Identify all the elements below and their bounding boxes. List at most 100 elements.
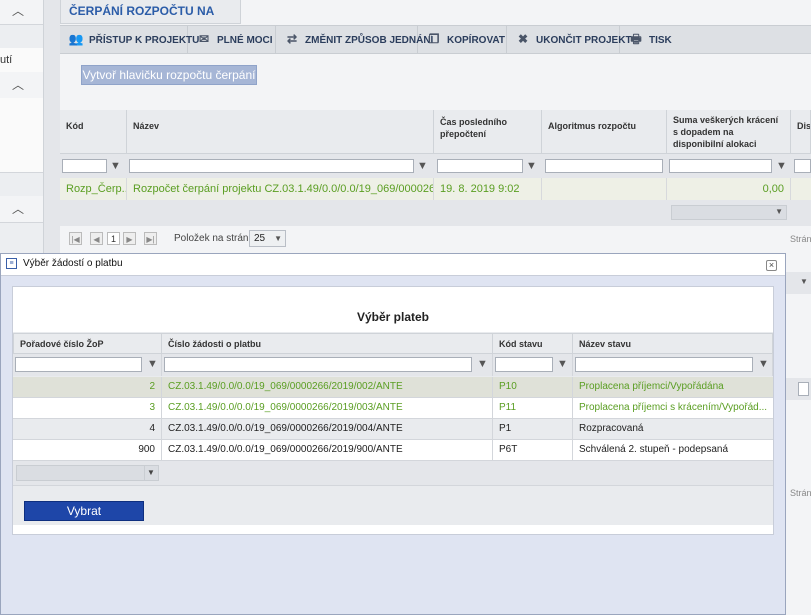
cell-name: Rozpočet čerpání projektu CZ.03.1.49/0.0…	[127, 178, 434, 200]
summary-row: ▼	[60, 200, 811, 226]
table-row[interactable]: 4 CZ.03.1.49/0.0/0.0/19_069/0000266/2019…	[13, 419, 773, 440]
summary-select[interactable]: ▼	[16, 465, 159, 481]
cell-status-code: P10	[493, 377, 573, 397]
sidebar-item[interactable]	[0, 124, 43, 149]
filter-input[interactable]	[669, 159, 772, 173]
table-row[interactable]: 2 CZ.03.1.49/0.0/0.0/19_069/0000266/2019…	[13, 377, 773, 398]
chevron-up-icon: ︿	[12, 202, 25, 216]
cell-recalc-time: 19. 8. 2019 9:02	[434, 178, 542, 200]
page-title: ČERPÁNÍ ROZPOČTU NA PROJEKTU	[60, 0, 241, 40]
sidebar-item[interactable]	[0, 98, 43, 125]
filter-icon[interactable]: ▼	[776, 160, 787, 172]
filter-icon[interactable]: ▼	[147, 358, 158, 370]
column-header[interactable]: Pořadové číslo ŽoP	[13, 333, 162, 354]
cell-algorithm	[542, 178, 667, 200]
column-header[interactable]: Algoritmus rozpočtu čerpání	[542, 110, 667, 163]
column-header[interactable]: Číslo žádosti o platbu	[162, 333, 493, 354]
background-fragment: Stránk	[790, 488, 811, 498]
shuffle-icon: ⇄	[286, 32, 298, 46]
prev-page-button[interactable]: ◀	[90, 232, 103, 245]
filter-input[interactable]	[495, 357, 553, 372]
users-icon: 👥	[68, 32, 84, 46]
cell-order: 3	[13, 398, 162, 418]
printer-icon: 🖶	[630, 32, 642, 46]
filter-input[interactable]	[575, 357, 753, 372]
close-icon[interactable]: ×	[766, 260, 777, 271]
cell-status-code: P11	[493, 398, 573, 418]
column-header[interactable]: Čas posledního přepočtení	[434, 110, 542, 154]
change-method-button[interactable]: ⇄ ZMĚNIT ZPŮSOB JEDNÁNÍ	[276, 26, 433, 53]
background-fragment	[786, 378, 811, 400]
cell-order: 2	[13, 377, 162, 397]
chevron-up-icon: ︿	[12, 4, 25, 18]
pager-info: Stránk	[790, 234, 811, 244]
chevron-down-icon: ▼	[144, 466, 157, 480]
next-page-button[interactable]: ▶	[123, 232, 136, 245]
select-button[interactable]: Vybrat	[24, 501, 144, 521]
window-icon: ≡	[6, 258, 17, 269]
table-row[interactable]: 900 CZ.03.1.49/0.0/0.0/19_069/0000266/20…	[13, 440, 773, 461]
cell-status-code: P1	[493, 419, 573, 439]
first-page-button[interactable]: |◀	[69, 232, 82, 245]
chevron-down-icon: ▼	[274, 234, 282, 243]
filter-input[interactable]	[164, 357, 472, 372]
filter-input[interactable]	[15, 357, 142, 372]
column-header[interactable]: Kód stavu	[493, 333, 573, 354]
column-header[interactable]: Název	[127, 110, 434, 154]
dialog-summary-row: ▼	[13, 461, 773, 486]
sidebar-collapse-3[interactable]: ︿	[0, 196, 43, 223]
close-icon: ✖	[517, 32, 529, 46]
cell-request-number: CZ.03.1.49/0.0/0.0/19_069/0000266/2019/0…	[162, 398, 493, 418]
filter-icon[interactable]: ▼	[477, 358, 488, 370]
cell-status-name: Proplacena příjemci s krácením/Vypořád..…	[579, 402, 768, 413]
table-row[interactable]: Rozp_Čerp... Rozpočet čerpání projektu C…	[60, 178, 811, 200]
create-budget-header-button[interactable]: Vytvoř hlavičku rozpočtu čerpání	[81, 65, 257, 85]
dialog-titlebar: ≡ Výběr žádostí o platbu	[1, 254, 785, 276]
filter-input[interactable]	[437, 159, 523, 173]
cell-code: Rozp_Čerp...	[60, 178, 127, 200]
filter-input[interactable]	[794, 159, 811, 173]
filter-icon[interactable]: ▼	[526, 160, 537, 172]
page-number[interactable]: 1	[107, 232, 120, 245]
filter-icon[interactable]: ▼	[758, 358, 769, 370]
column-header[interactable]: Suma veškerých krácení s dopadem na disp…	[667, 110, 791, 154]
filter-icon[interactable]: ▼	[417, 160, 428, 172]
print-button[interactable]: 🖶 TISK	[620, 26, 680, 53]
pager: |◀ ◀ 1 ▶ ▶| Položek na stránku 25 ▼ Strá…	[60, 226, 811, 252]
cell-status-name: Schválená 2. stupeň - podepsaná	[579, 444, 728, 455]
cell-sum: 0,00	[667, 178, 791, 200]
filter-icon[interactable]: ▼	[557, 358, 568, 370]
chevron-down-icon: ▼	[775, 207, 783, 216]
filter-icon[interactable]: ▼	[110, 160, 121, 172]
copy-button[interactable]: ❐ KOPÍROVAT	[418, 26, 507, 53]
table-row[interactable]: 3 CZ.03.1.49/0.0/0.0/19_069/0000266/2019…	[13, 398, 773, 419]
power-of-attorney-button[interactable]: ✉ PLNÉ MOCI	[188, 26, 276, 53]
cell-request-number: CZ.03.1.49/0.0/0.0/19_069/0000266/2019/0…	[162, 377, 493, 397]
dialog-title: Výběr žádostí o platbu	[23, 258, 123, 269]
cell-request-number: CZ.03.1.49/0.0/0.0/19_069/0000266/2019/0…	[162, 419, 493, 439]
end-project-button[interactable]: ✖ UKONČIT PROJEKT	[507, 26, 632, 53]
filter-input[interactable]	[545, 159, 663, 173]
per-page-select[interactable]: 25 ▼	[249, 230, 286, 247]
per-page-label: Položek na stránku	[174, 233, 260, 244]
filter-input[interactable]	[62, 159, 107, 173]
sidebar-item[interactable]: utí	[0, 48, 43, 73]
toolbar: 👥 PŘÍSTUP K PROJEKTU ✉ PLNÉ MOCI ⇄ ZMĚNIT Z…	[60, 25, 811, 54]
cell-status-name: Proplacena příjemci/Vypořádána	[579, 381, 724, 392]
cell-status-name: Rozpracovaná	[579, 423, 644, 434]
panel-title: Výběr plateb	[13, 298, 773, 332]
sidebar-item[interactable]	[0, 148, 43, 173]
last-page-button[interactable]: ▶|	[144, 232, 157, 245]
cell-status-code: P6T	[493, 440, 573, 460]
summary-select[interactable]: ▼	[671, 205, 787, 220]
access-project-button[interactable]: 👥 PŘÍSTUP K PROJEKTU	[60, 26, 199, 53]
cell-order: 900	[13, 440, 162, 460]
filter-input[interactable]	[129, 159, 414, 173]
sidebar-collapse-2[interactable]: ︿	[0, 72, 43, 99]
column-header[interactable]: Kód	[60, 110, 127, 154]
column-header[interactable]: Disp	[791, 110, 811, 154]
filter-cell: ▼	[13, 354, 162, 376]
sidebar-collapse-1[interactable]: ︿	[0, 0, 43, 25]
filter-cell: ▼	[573, 354, 773, 376]
column-header[interactable]: Název stavu	[573, 333, 773, 354]
